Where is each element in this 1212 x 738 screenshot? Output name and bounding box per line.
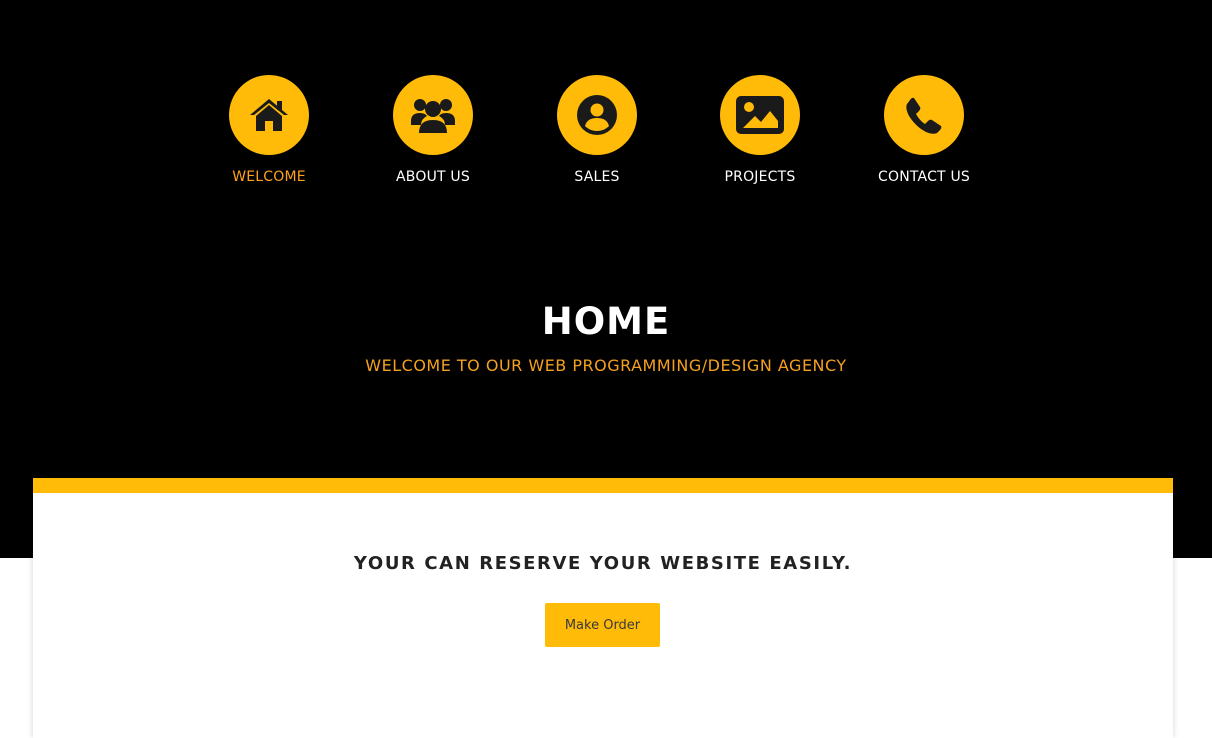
nav-item-projects[interactable]: PROJECTS: [700, 75, 820, 185]
user-circle-icon: [557, 75, 637, 155]
main-nav: WELCOME ABOUT US SALES PROJECTS CONTACT …: [0, 75, 1212, 195]
nav-label-sales: SALES: [574, 169, 620, 185]
image-icon: [720, 75, 800, 155]
reserve-heading: YOUR CAN RESERVE YOUR WEBSITE EASILY.: [353, 553, 853, 574]
page-subtitle: WELCOME TO OUR WEB PROGRAMMING/DESIGN AG…: [365, 356, 847, 375]
users-icon: [393, 75, 473, 155]
phone-icon: [884, 75, 964, 155]
nav-label-about-us: ABOUT US: [396, 169, 470, 185]
nav-label-projects: PROJECTS: [724, 169, 796, 185]
nav-item-welcome[interactable]: WELCOME: [209, 75, 329, 185]
nav-item-sales[interactable]: SALES: [537, 75, 657, 185]
nav-item-about-us[interactable]: ABOUT US: [373, 75, 493, 185]
page-title: HOME: [541, 300, 671, 343]
nav-item-contact-us[interactable]: CONTACT US: [864, 75, 984, 185]
nav-label-welcome: WELCOME: [232, 169, 306, 185]
make-order-button[interactable]: Make Order: [545, 603, 660, 647]
hero-section: WELCOME ABOUT US SALES PROJECTS CONTACT …: [0, 0, 1212, 558]
home-icon: [229, 75, 309, 155]
reserve-card: YOUR CAN RESERVE YOUR WEBSITE EASILY. Ma…: [33, 478, 1173, 738]
nav-label-contact-us: CONTACT US: [878, 169, 970, 185]
